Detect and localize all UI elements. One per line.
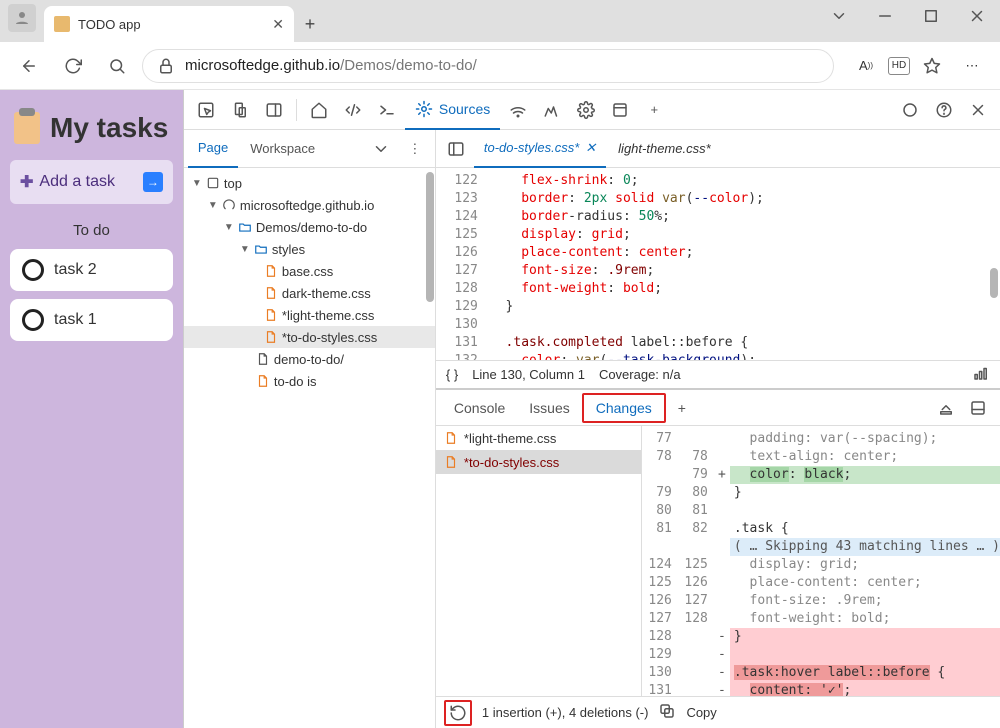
braces-icon[interactable]: { } bbox=[446, 367, 458, 382]
browser-tab[interactable]: TODO app ✕ bbox=[44, 6, 294, 42]
issues-drawer-tab[interactable]: Issues bbox=[517, 390, 581, 426]
plus-icon: ✚ bbox=[20, 172, 33, 192]
more-tabs-icon[interactable]: + bbox=[638, 94, 670, 126]
devtools-toolbar: Sources + bbox=[184, 90, 1000, 130]
clipboard-icon bbox=[54, 16, 70, 32]
scrollbar[interactable] bbox=[990, 268, 998, 298]
network-icon[interactable] bbox=[502, 94, 534, 126]
changed-file[interactable]: *light-theme.css bbox=[436, 426, 641, 450]
diff-summary: 1 insertion (+), 4 deletions (-) bbox=[482, 705, 649, 720]
submit-task-icon[interactable]: → bbox=[143, 172, 163, 192]
favorite-icon[interactable] bbox=[914, 48, 950, 84]
file-tree-selected: *to-do-styles.css bbox=[184, 326, 435, 348]
revert-button[interactable] bbox=[444, 700, 472, 726]
cursor-position: Line 130, Column 1 bbox=[472, 367, 585, 382]
application-icon[interactable] bbox=[604, 94, 636, 126]
issues-badge-icon[interactable] bbox=[894, 94, 926, 126]
console-icon[interactable] bbox=[371, 94, 403, 126]
address-bar: microsoftedge.github.io/Demos/demo-to-do… bbox=[0, 42, 1000, 90]
code-editor[interactable]: 122123124125126127128129130131132 flex-s… bbox=[436, 168, 1000, 360]
maximize-button[interactable] bbox=[908, 0, 954, 32]
refresh-button[interactable] bbox=[54, 47, 92, 85]
back-button[interactable] bbox=[10, 47, 48, 85]
console-drawer-tab[interactable]: Console bbox=[442, 390, 517, 426]
coverage-icon[interactable] bbox=[972, 364, 990, 385]
url-host: microsoftedge.github.io bbox=[185, 57, 340, 74]
chevron-down-icon[interactable] bbox=[365, 133, 397, 165]
url-path: /Demos/demo-to-do/ bbox=[340, 57, 477, 74]
editor-tabs: to-do-styles.css*✕ light-theme.css* bbox=[436, 130, 1000, 168]
add-task-input[interactable]: ✚ Add a task → bbox=[10, 160, 173, 204]
changes-drawer-tab[interactable]: Changes bbox=[582, 393, 666, 423]
editor-status: { } Line 130, Column 1 Coverage: n/a bbox=[436, 360, 1000, 388]
scrollbar[interactable] bbox=[426, 172, 434, 302]
editor-tab-active[interactable]: to-do-styles.css*✕ bbox=[474, 130, 606, 168]
more-icon[interactable]: ⋯ bbox=[954, 48, 990, 84]
window-controls bbox=[816, 0, 1000, 32]
copy-button[interactable]: Copy bbox=[686, 705, 716, 720]
close-devtools-icon[interactable] bbox=[962, 94, 994, 126]
dock-drawer-icon[interactable] bbox=[962, 392, 994, 424]
inspect-icon[interactable] bbox=[190, 94, 222, 126]
more-icon[interactable]: ⋮ bbox=[399, 133, 431, 165]
add-drawer-tab[interactable]: + bbox=[666, 390, 698, 426]
workspace-navigator-tab[interactable]: Workspace bbox=[240, 130, 363, 168]
new-tab-button[interactable]: + bbox=[294, 6, 326, 42]
gear-icon[interactable] bbox=[570, 94, 602, 126]
close-tab-icon[interactable]: ✕ bbox=[272, 16, 284, 33]
diff-viewer[interactable]: 7778 798081 124125126127128129130131 787… bbox=[642, 426, 1000, 696]
file-tree[interactable]: ▼top ▼microsoftedge.github.io ▼Demos/dem… bbox=[184, 168, 435, 728]
show-navigator-icon[interactable] bbox=[440, 133, 472, 165]
elements-icon[interactable] bbox=[337, 94, 369, 126]
devtools: Sources + Page Workspace ⋮ ▼top bbox=[183, 90, 1000, 728]
page-title: My tasks bbox=[50, 112, 168, 144]
coverage-status: Coverage: n/a bbox=[599, 367, 681, 382]
add-task-placeholder: Add a task bbox=[39, 173, 115, 191]
device-icon[interactable] bbox=[224, 94, 256, 126]
task-label: task 1 bbox=[54, 311, 97, 329]
todo-heading: To do bbox=[10, 222, 173, 239]
window-titlebar: TODO app ✕ + bbox=[0, 0, 1000, 42]
page-content: My tasks ✚ Add a task → To do task 2 tas… bbox=[0, 90, 183, 728]
circle-icon[interactable] bbox=[22, 309, 44, 331]
tab-title: TODO app bbox=[78, 17, 141, 32]
minimize-button[interactable] bbox=[862, 0, 908, 32]
help-icon[interactable] bbox=[928, 94, 960, 126]
close-icon[interactable]: ✕ bbox=[585, 140, 596, 156]
lock-icon bbox=[157, 57, 175, 75]
welcome-icon[interactable] bbox=[303, 94, 335, 126]
circle-icon[interactable] bbox=[22, 259, 44, 281]
changed-files-list: *light-theme.css *to-do-styles.css bbox=[436, 426, 642, 696]
search-icon[interactable] bbox=[98, 47, 136, 85]
task-item[interactable]: task 1 bbox=[10, 299, 173, 341]
dock-icon[interactable] bbox=[258, 94, 290, 126]
performance-icon[interactable] bbox=[536, 94, 568, 126]
devtools-drawer: Console Issues Changes + *light-theme.cs… bbox=[436, 388, 1000, 728]
task-item[interactable]: task 2 bbox=[10, 249, 173, 291]
copy-icon[interactable] bbox=[658, 702, 676, 723]
editor-tab[interactable]: light-theme.css* bbox=[608, 130, 720, 168]
close-window-button[interactable] bbox=[954, 0, 1000, 32]
url-field[interactable]: microsoftedge.github.io/Demos/demo-to-do… bbox=[142, 49, 834, 83]
chevron-down-icon[interactable] bbox=[816, 0, 862, 32]
hd-icon[interactable]: HD bbox=[888, 57, 910, 75]
page-navigator-tab[interactable]: Page bbox=[188, 130, 238, 168]
expand-icon[interactable] bbox=[930, 392, 962, 424]
sources-tab[interactable]: Sources bbox=[405, 90, 500, 130]
profile-avatar[interactable] bbox=[8, 4, 36, 32]
read-aloud-icon[interactable]: A)) bbox=[848, 48, 884, 84]
changed-file-selected[interactable]: *to-do-styles.css bbox=[436, 450, 641, 474]
task-label: task 2 bbox=[54, 261, 97, 279]
clipboard-icon bbox=[14, 112, 40, 144]
